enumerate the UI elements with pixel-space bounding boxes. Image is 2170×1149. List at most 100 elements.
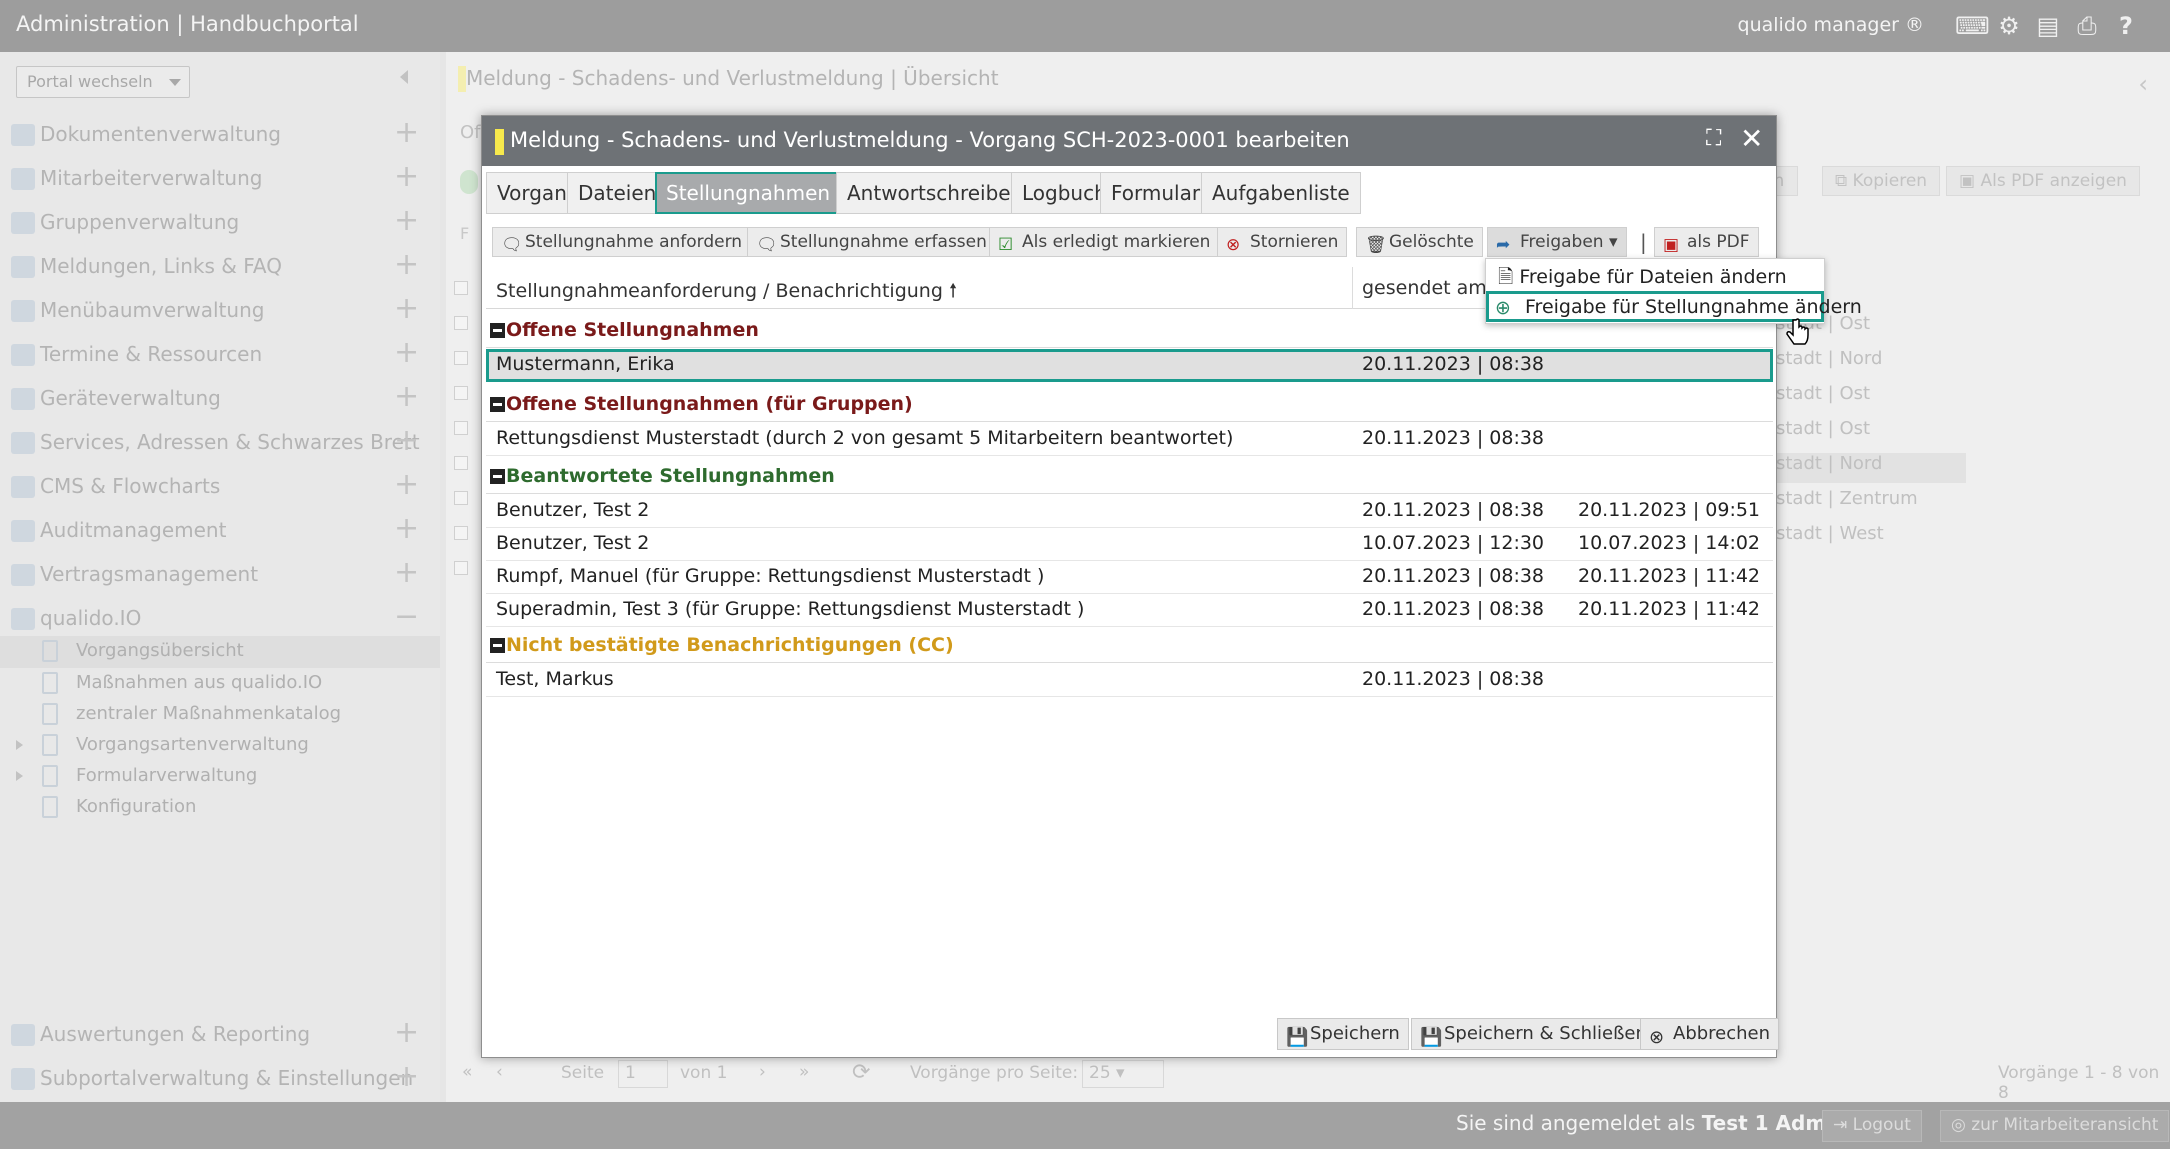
nav-item[interactable]: CMS & Flowcharts +	[0, 466, 440, 510]
row-checkbox[interactable]	[454, 561, 468, 575]
help-icon[interactable]: ?	[2111, 12, 2141, 40]
prev-page-icon[interactable]: ‹	[496, 1062, 503, 1082]
row-checkbox[interactable]	[454, 491, 468, 505]
row-checkbox[interactable]	[454, 351, 468, 365]
keyboard-icon[interactable]: ⌨	[1955, 12, 1990, 40]
expand-icon[interactable]: +	[394, 250, 419, 280]
pdf-view-button[interactable]: ▣ Als PDF anzeigen	[1946, 166, 2140, 196]
first-page-icon[interactable]: «	[462, 1062, 472, 1082]
row-checkbox[interactable]	[454, 526, 468, 540]
nav-item[interactable]: Subportalverwaltung & Einstellungen +	[0, 1058, 440, 1102]
request-statement-button[interactable]: 🗨 Stellungnahme anfordern	[492, 227, 752, 257]
tab-formular[interactable]: Formular	[1100, 172, 1212, 214]
portal-select[interactable]: Portal wechseln	[16, 66, 190, 98]
row-checkbox[interactable]	[454, 281, 468, 295]
capture-statement-button[interactable]: 🗨 Stellungnahme erfassen	[747, 227, 996, 257]
collapse-icon[interactable]	[490, 323, 505, 338]
group-header[interactable]: Offene Stellungnahmen (für Gruppen)	[486, 386, 1773, 422]
collapse-icon[interactable]	[490, 397, 505, 412]
mark-done-button[interactable]: ☑ Als erledigt markieren	[989, 227, 1220, 257]
page-input[interactable]: 1	[618, 1060, 668, 1088]
close-icon[interactable]: ✕	[1740, 122, 1763, 155]
nav-item[interactable]: Termine & Ressourcen +	[0, 334, 440, 378]
nav-sub-item[interactable]: Vorgangsübersicht	[0, 636, 440, 668]
expand-icon[interactable]: +	[394, 558, 419, 588]
nav-item[interactable]: Auswertungen & Reporting +	[0, 1014, 440, 1058]
expand-icon[interactable]: +	[394, 1062, 419, 1092]
save-button[interactable]: 💾Speichern	[1277, 1018, 1409, 1050]
table-row[interactable]: Mustermann, Erika 20.11.2023 | 08:38	[486, 349, 1773, 382]
column-recipient[interactable]: Stellungnahmeanforderung / Benachrichtig…	[496, 277, 957, 309]
network-icon[interactable]: ⚙	[1994, 12, 2024, 40]
expand-arrow-icon[interactable]	[16, 740, 23, 750]
nav-item[interactable]: Gruppenverwaltung +	[0, 202, 440, 246]
expand-icon[interactable]: +	[394, 470, 419, 500]
nav-sub-item[interactable]: Maßnahmen aus qualido.IO	[0, 668, 440, 700]
deleted-button[interactable]: 🗑 Gelöschte	[1356, 227, 1483, 257]
collapse-right-icon[interactable]: ‹	[2138, 70, 2148, 98]
collapse-icon[interactable]	[490, 469, 505, 484]
save-close-button[interactable]: 💾Speichern & Schließen	[1411, 1018, 1656, 1050]
nav-item[interactable]: Dokumentenverwaltung +	[0, 114, 440, 158]
logout-button[interactable]: ⇥ Logout	[1822, 1110, 1922, 1142]
tab-dateien[interactable]: Dateien	[567, 172, 668, 214]
copy-button[interactable]: ⧉ Kopieren	[1822, 166, 1941, 196]
last-page-icon[interactable]: »	[799, 1062, 809, 1082]
refresh-icon[interactable]: ⟳	[852, 1060, 870, 1085]
table-row[interactable]: Benutzer, Test 2 20.11.2023 | 08:38 20.11.…	[486, 495, 1773, 528]
abort-button[interactable]: ⊗ Abbrechen	[1640, 1018, 1780, 1050]
row-checkbox[interactable]	[454, 386, 468, 400]
expand-icon[interactable]: +	[394, 426, 419, 456]
expand-icon[interactable]: +	[394, 206, 419, 236]
expand-icon[interactable]: +	[394, 514, 419, 544]
expand-icon[interactable]: +	[394, 1018, 419, 1048]
row-checkbox[interactable]	[454, 421, 468, 435]
nav-item[interactable]: Geräteverwaltung +	[0, 378, 440, 422]
table-row[interactable]: Test, Markus 20.11.2023 | 08:38	[486, 664, 1773, 697]
table-row[interactable]: Superadmin, Test 3 (für Gruppe: Rettungs…	[486, 594, 1773, 627]
table-row[interactable]: Rumpf, Manuel (für Gruppe: Rettungsdiens…	[486, 561, 1773, 594]
tab-stellungnahmen[interactable]: Stellungnahmen	[655, 172, 842, 214]
expand-arrow-icon[interactable]	[16, 771, 23, 781]
nav-item[interactable]: Services, Adressen & Schwarzes Brett +	[0, 422, 440, 466]
save-icon: 💾	[1286, 1027, 1309, 1048]
share-dropdown-button[interactable]: ➦ Freigaben ▾	[1487, 227, 1627, 257]
collapse-icon[interactable]: −	[394, 602, 419, 632]
nav-sub-item[interactable]: Vorgangsartenverwaltung	[0, 730, 440, 762]
expand-icon[interactable]: +	[394, 382, 419, 412]
table-row[interactable]: Benutzer, Test 2 10.07.2023 | 12:30 10.07.…	[486, 528, 1773, 561]
expand-icon[interactable]: +	[394, 118, 419, 148]
nav-item[interactable]: Auditmanagement +	[0, 510, 440, 554]
add-icon[interactable]	[460, 170, 478, 194]
group-header[interactable]: Beantwortete Stellungnahmen	[486, 458, 1773, 494]
table-row[interactable]: Rettungsdienst Musterstadt (durch 2 von …	[486, 423, 1773, 456]
document-icon[interactable]: ▤	[2033, 12, 2063, 40]
nav-sub-item[interactable]: zentraler Maßnahmenkatalog	[0, 699, 440, 731]
nav-item[interactable]: Vertragsmanagement +	[0, 554, 440, 598]
expand-icon[interactable]: +	[394, 338, 419, 368]
cancel-statement-button[interactable]: ⊗ Stornieren	[1217, 227, 1348, 257]
tab-antwortschreiben[interactable]: Antwortschreiben	[836, 172, 1035, 214]
expand-icon[interactable]: +	[394, 294, 419, 324]
maximize-icon[interactable]: ⛶	[1706, 126, 1721, 151]
next-page-icon[interactable]: ›	[759, 1062, 766, 1082]
tab-aufgabenliste[interactable]: Aufgabenliste	[1201, 172, 1361, 214]
collapse-left-icon[interactable]	[400, 70, 408, 84]
nav-item[interactable]: Meldungen, Links & FAQ +	[0, 246, 440, 290]
group-header[interactable]: Nicht bestätigte Benachrichtigungen (CC)	[486, 627, 1773, 663]
nav-item[interactable]: Menübaumverwaltung +	[0, 290, 440, 334]
pdf-export-button[interactable]: ▣ als PDF	[1654, 227, 1759, 257]
collapse-icon[interactable]	[490, 638, 505, 653]
staff-view-button[interactable]: ◎ zur Mitarbeiteransicht	[1940, 1110, 2170, 1142]
nav-sub-item[interactable]: Konfiguration	[0, 792, 440, 824]
row-checkbox[interactable]	[454, 456, 468, 470]
nav-sub-item[interactable]: Formularverwaltung	[0, 761, 440, 793]
row-checkbox[interactable]	[454, 316, 468, 330]
column-sent[interactable]: gesendet am |	[1362, 277, 1499, 299]
per-page-select[interactable]: 25 ▾	[1082, 1060, 1164, 1088]
menu-item-share-statement[interactable]: ⊕ Freigabe für Stellungnahme ändern	[1486, 291, 1862, 322]
expand-icon[interactable]: +	[394, 162, 419, 192]
nav-item[interactable]: Mitarbeiterverwaltung +	[0, 158, 440, 202]
tab-fragment[interactable]: Of	[460, 122, 481, 143]
print-icon[interactable]: ⎙	[2072, 12, 2102, 40]
